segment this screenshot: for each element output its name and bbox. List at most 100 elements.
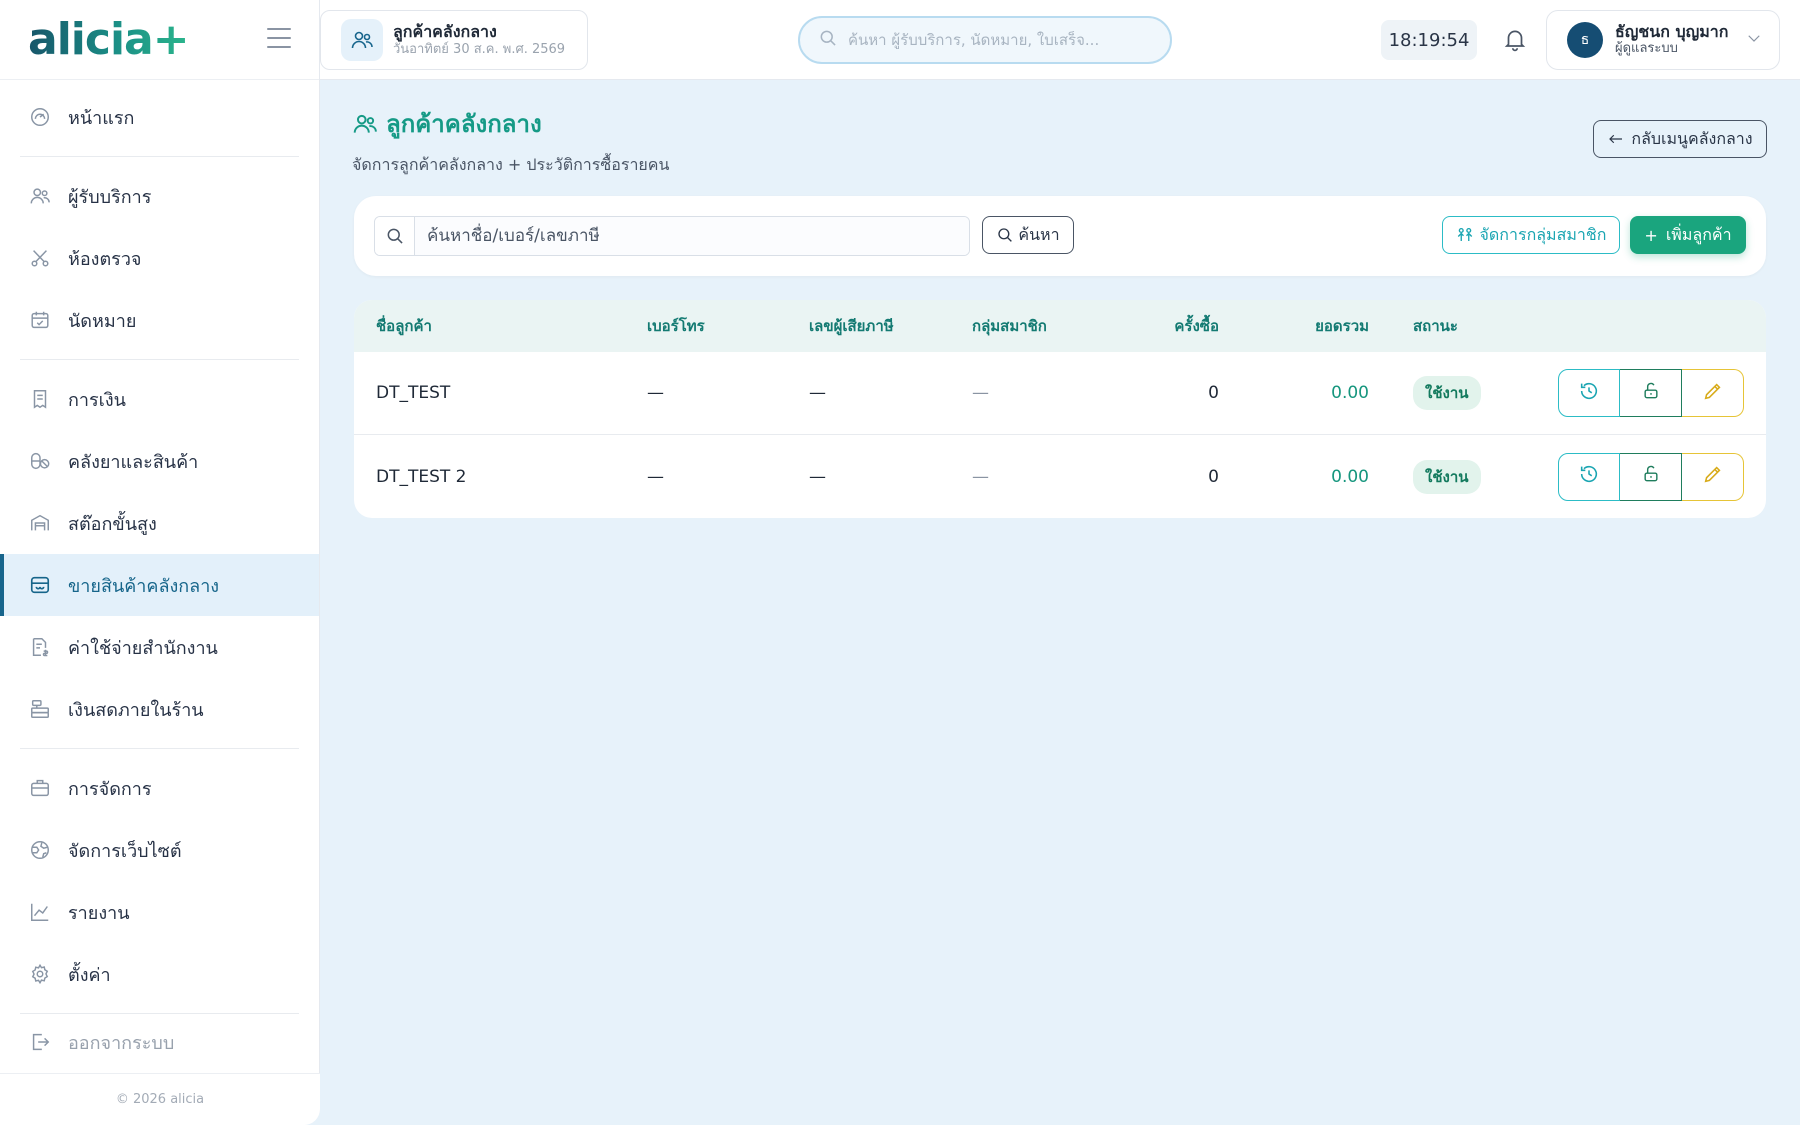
gauge-icon	[28, 105, 52, 129]
warehouse-icon	[28, 511, 52, 535]
current-page-chip: ลูกค้าคลังกลาง วันอาทิตย์ 30 ส.ค. พ.ศ. 2…	[320, 10, 588, 70]
sidebar-item-advanced-stock[interactable]: สต๊อกขั้นสูง	[0, 492, 319, 554]
copyright: © 2026 alicia	[0, 1073, 320, 1125]
customer-group: —	[972, 383, 989, 403]
sidebar-item-label: หน้าแรก	[68, 107, 135, 129]
nav-divider	[20, 748, 299, 749]
sidebar-item-label: ค่าใช้จ่ายสำนักงาน	[68, 637, 218, 659]
briefcase-icon	[28, 776, 52, 800]
sidebar-item-inventory[interactable]: คลังยาและสินค้า	[0, 430, 319, 492]
customer-purchase-count: 0	[1208, 466, 1219, 487]
customer-group: —	[972, 466, 989, 487]
customer-search-input[interactable]	[415, 217, 969, 255]
sidebar-item-office-expenses[interactable]: ค่าใช้จ่ายสำนักงาน	[0, 616, 319, 678]
clock: 18:19:54	[1381, 20, 1477, 60]
sidebar-item-central-sales[interactable]: ขายสินค้าคลังกลาง	[0, 554, 319, 616]
chevron-down-icon	[1745, 29, 1763, 51]
sidebar-item-reports[interactable]: รายงาน	[0, 881, 319, 943]
sidebar-item-finance[interactable]: การเงิน	[0, 368, 319, 430]
receipt-icon	[28, 387, 52, 411]
table-header: ชื่อลูกค้า เบอร์โทร เลขผู้เสียภาษี กลุ่ม…	[354, 300, 1766, 352]
user-group-icon	[1456, 226, 1474, 244]
pencil-icon	[1702, 463, 1724, 490]
sidebar: alicia+ หน้าแรก ผู้รับบริการ ห้องตรวจ นั…	[0, 0, 320, 1125]
sidebar-item-label: ผู้รับบริการ	[68, 186, 152, 208]
sidebar-item-logout[interactable]: ออกจากระบบ	[0, 1022, 319, 1062]
global-search-input[interactable]	[848, 31, 1148, 49]
user-role: ผู้ดูแลระบบ	[1615, 41, 1678, 56]
global-search[interactable]	[798, 16, 1172, 64]
customer-total: 0.00	[1331, 383, 1369, 403]
sidebar-item-website[interactable]: จัดการเว็บไซต์	[0, 819, 319, 881]
menu-toggle-icon[interactable]	[267, 28, 291, 48]
notification-bell-icon[interactable]	[1498, 22, 1532, 56]
customer-tax-id: —	[809, 466, 826, 487]
column-header-total[interactable]: ยอดรวม	[1219, 314, 1369, 338]
add-customer-label: เพิ่มลูกค้า	[1665, 224, 1732, 244]
purchase-history-button[interactable]	[1558, 452, 1620, 501]
user-name: ธัญชนก บุญมาก	[1615, 22, 1729, 41]
customer-search[interactable]	[374, 216, 970, 256]
purchase-history-button[interactable]	[1558, 369, 1620, 417]
globe-icon	[28, 838, 52, 862]
history-icon	[1578, 463, 1600, 490]
brand-logo[interactable]: alicia+	[28, 14, 190, 65]
column-header-tax-id[interactable]: เลขผู้เสียภาษี	[809, 314, 972, 338]
nav-divider	[20, 359, 299, 360]
customer-phone: —	[647, 383, 664, 403]
sidebar-item-label: ตั้งค่า	[68, 964, 111, 986]
sidebar-item-home[interactable]: หน้าแรก	[0, 86, 319, 148]
arrow-left-icon	[1607, 130, 1625, 148]
search-button-label: ค้นหา	[1018, 224, 1060, 244]
unlock-icon	[1641, 381, 1661, 406]
column-header-member-group[interactable]: กลุ่มสมาชิก	[972, 314, 1147, 338]
expense-icon	[28, 635, 52, 659]
gear-icon	[28, 962, 52, 986]
store-icon	[28, 573, 52, 597]
sidebar-item-label: การเงิน	[68, 389, 126, 411]
sidebar-item-store-cash[interactable]: เงินสดภายในร้าน	[0, 678, 319, 740]
nav-divider	[20, 1013, 299, 1014]
avatar: ธ	[1567, 22, 1603, 58]
back-button-label: กลับเมนูคลังกลาง	[1631, 128, 1753, 148]
plus-icon: +	[1644, 225, 1658, 245]
unlock-button[interactable]	[1620, 369, 1682, 417]
topbar: ลูกค้าคลังกลาง วันอาทิตย์ 30 ส.ค. พ.ศ. 2…	[320, 0, 1800, 80]
users-icon	[28, 184, 52, 208]
customer-phone: —	[647, 466, 664, 487]
add-customer-button[interactable]: + เพิ่มลูกค้า	[1630, 216, 1746, 254]
sidebar-item-management[interactable]: การจัดการ	[0, 757, 319, 819]
search-button[interactable]: ค้นหา	[982, 216, 1074, 254]
search-icon	[818, 28, 838, 52]
sidebar-nav: หน้าแรก ผู้รับบริการ ห้องตรวจ นัดหมาย กา…	[0, 80, 319, 1062]
edit-button[interactable]	[1682, 369, 1744, 417]
edit-button[interactable]	[1682, 452, 1744, 501]
unlock-button[interactable]	[1620, 452, 1682, 501]
page-subtitle: จัดการลูกค้าคลังกลาง + ประวัติการซื้อราย…	[352, 155, 670, 174]
sidebar-item-exam-room[interactable]: ห้องตรวจ	[0, 227, 319, 289]
row-actions	[1558, 369, 1744, 417]
manage-member-groups-button[interactable]: จัดการกลุ่มสมาชิก	[1442, 216, 1620, 254]
user-menu[interactable]: ธ ธัญชนก บุญมาก ผู้ดูแลระบบ	[1546, 10, 1780, 70]
calendar-check-icon	[28, 308, 52, 332]
column-header-phone[interactable]: เบอร์โทร	[647, 314, 809, 338]
sidebar-item-clients[interactable]: ผู้รับบริการ	[0, 165, 319, 227]
column-header-name[interactable]: ชื่อลูกค้า	[354, 314, 647, 338]
customer-name: DT_TEST 2	[376, 466, 467, 487]
sidebar-item-settings[interactable]: ตั้งค่า	[0, 943, 319, 1005]
unlock-icon	[1641, 464, 1661, 489]
sidebar-item-appointments[interactable]: นัดหมาย	[0, 289, 319, 351]
sidebar-item-label: ออกจากระบบ	[68, 1032, 175, 1054]
column-header-status[interactable]: สถานะ	[1369, 314, 1503, 338]
status-badge: ใช้งาน	[1413, 376, 1481, 410]
manage-member-groups-label: จัดการกลุ่มสมาชิก	[1479, 224, 1607, 244]
sidebar-item-label: การจัดการ	[68, 778, 152, 800]
table-row: DT_TEST — — — 0 0.00 ใช้งาน	[354, 352, 1766, 435]
column-header-purchase-count[interactable]: ครั้งซื้อ	[1147, 314, 1219, 338]
customer-table: ชื่อลูกค้า เบอร์โทร เลขผู้เสียภาษี กลุ่ม…	[354, 300, 1766, 518]
logout-icon	[28, 1030, 52, 1054]
customer-name: DT_TEST	[376, 383, 451, 403]
customer-total: 0.00	[1331, 466, 1369, 487]
page-header: ลูกค้าคลังกลาง จัดการลูกค้าคลังกลาง + ปร…	[352, 104, 669, 178]
back-to-central-menu-button[interactable]: กลับเมนูคลังกลาง	[1593, 120, 1767, 158]
